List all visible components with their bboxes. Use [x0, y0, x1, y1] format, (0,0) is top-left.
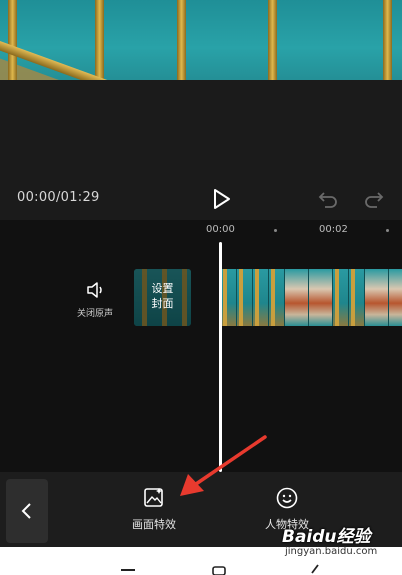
clip-frame — [237, 269, 253, 326]
mute-label: 关闭原声 — [76, 309, 113, 319]
timecode: 00:00/01:29 — [17, 190, 100, 205]
cover-label: 设置 封面 — [134, 281, 191, 311]
clip-frame — [253, 269, 269, 326]
frame-bar — [223, 269, 227, 326]
time-ruler: 00:00 00:02 — [0, 220, 402, 242]
chevron-left-icon — [21, 503, 31, 519]
watermark-url: jingyan.baidu.com — [285, 546, 378, 557]
mute-original-audio-button[interactable]: 关闭原声 — [70, 280, 120, 319]
preview-rail — [0, 34, 292, 80]
menu-icon — [121, 569, 135, 571]
ruler-tick: 00:02 — [319, 224, 348, 235]
frame-bar — [335, 269, 339, 326]
clip-frame — [389, 269, 402, 326]
preview-bar — [268, 0, 277, 80]
picture-effects-label: 画面特效 — [132, 518, 176, 531]
image-sparkle-icon — [144, 488, 163, 507]
clip-frame — [309, 269, 333, 326]
home-icon — [212, 566, 226, 575]
preview-bar — [95, 0, 104, 80]
preview-bar — [8, 0, 17, 80]
frame-bar — [351, 269, 355, 326]
playback-controls: 00:00/01:29 — [0, 180, 402, 220]
playhead[interactable] — [219, 242, 222, 472]
ruler-dot — [386, 229, 389, 232]
nav-back-icon — [311, 564, 319, 574]
cover-label-line: 封面 — [151, 297, 174, 310]
clip-frame — [349, 269, 365, 326]
canvas-area — [0, 80, 402, 180]
undo-icon[interactable] — [316, 187, 340, 211]
frame-bar — [239, 269, 243, 326]
preview-bar — [177, 0, 186, 80]
cover-label-line: 设置 — [151, 282, 174, 295]
clip-frame — [333, 269, 349, 326]
clip-frame — [269, 269, 285, 326]
frame-bar — [255, 269, 259, 326]
video-preview — [0, 0, 402, 80]
picture-effects-button[interactable]: 画面特效 — [119, 486, 189, 532]
play-icon[interactable] — [208, 186, 234, 212]
clip-frame — [285, 269, 309, 326]
timeline[interactable]: 00:00 00:02 关闭原声 设置 封面 — [0, 220, 402, 472]
ruler-dot — [274, 229, 277, 232]
smiley-face-icon — [276, 487, 298, 509]
preview-bar — [383, 0, 392, 80]
watermark-logo: Baidu经验 — [282, 527, 371, 547]
redo-icon[interactable] — [362, 187, 386, 211]
back-button[interactable] — [6, 479, 48, 543]
clip-frame — [365, 269, 389, 326]
frame-bar — [271, 269, 275, 326]
ruler-tick: 00:00 — [206, 224, 235, 235]
video-clip-strip[interactable] — [221, 269, 402, 326]
set-cover-button[interactable]: 设置 封面 — [134, 269, 191, 326]
baidu-jingyan-watermark: Baidu经验 jingyan.baidu.com — [282, 522, 400, 562]
speaker-icon — [87, 282, 102, 298]
clip-frame — [221, 269, 237, 326]
